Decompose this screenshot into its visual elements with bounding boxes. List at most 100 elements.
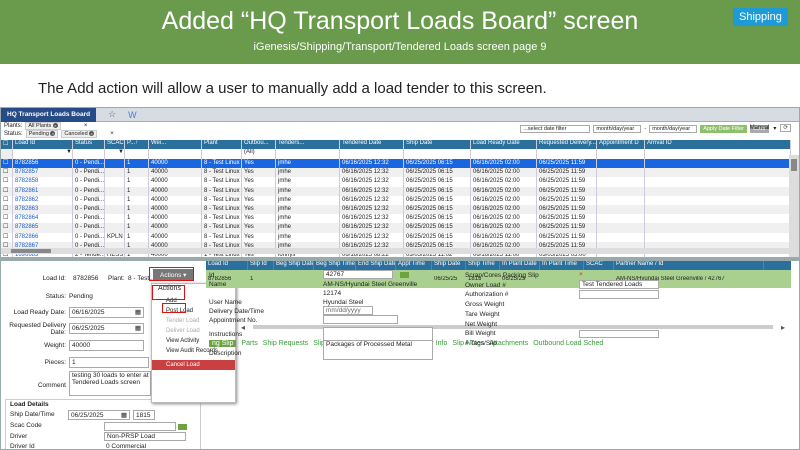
table-row[interactable]: ☐ 8782858 0 - Pendi... 1 40000 8 - Test Linux… xyxy=(1,177,799,187)
row-checkbox[interactable]: ☐ xyxy=(1,223,13,233)
column-header[interactable]: Partner Name / Id xyxy=(614,261,764,270)
column-header[interactable]: Status xyxy=(73,140,105,149)
column-header[interactable]: Ship Time xyxy=(466,261,500,270)
pieces-input[interactable]: 1 xyxy=(69,357,149,368)
load-id-link[interactable]: 8782866 xyxy=(13,232,73,242)
authorization-input[interactable] xyxy=(579,290,659,299)
weight-input[interactable]: 40000 xyxy=(69,340,144,351)
column-filter[interactable] xyxy=(404,149,471,159)
load-id-link[interactable]: 8782858 xyxy=(13,177,73,187)
column-header[interactable]: In Plant Time xyxy=(540,261,584,270)
row-checkbox[interactable]: ☐ xyxy=(1,195,13,205)
scroll-thumb[interactable] xyxy=(11,249,51,253)
column-header[interactable]: Beg Ship Date xyxy=(274,261,314,270)
select-all-checkbox[interactable]: ☐ xyxy=(1,140,13,149)
filter-icon[interactable]: ▼ xyxy=(118,149,124,155)
column-header[interactable]: Outbou... xyxy=(242,140,276,149)
column-header[interactable]: P...↑ xyxy=(125,140,149,149)
vertical-scrollbar[interactable] xyxy=(789,155,799,260)
load-id-link[interactable]: 8782861 xyxy=(13,186,73,196)
column-header[interactable]: Ship Date xyxy=(432,261,466,270)
scroll-right-icon[interactable]: ▸ xyxy=(781,323,785,332)
column-filter[interactable]: (All) xyxy=(242,149,276,159)
column-filter[interactable] xyxy=(125,149,149,159)
requested-delivery-input[interactable]: 06/25/2025 ▦ xyxy=(69,323,144,334)
scroll-thumb[interactable] xyxy=(791,159,797,171)
chevron-down-icon[interactable]: ▾ xyxy=(773,125,776,132)
column-header[interactable]: Plant xyxy=(202,140,242,149)
date-filter-select[interactable]: ...select date filter xyxy=(520,125,591,133)
column-header[interactable]: Wei... xyxy=(149,140,202,149)
date-to-input[interactable]: month/day/year xyxy=(649,125,698,133)
table-row[interactable]: ☐ 8782862 0 - Pendi... 1 40000 8 - Test Linux… xyxy=(1,195,799,205)
row-checkbox[interactable]: ☐ xyxy=(1,214,13,224)
tab-title[interactable]: HQ Transport Loads Board xyxy=(1,108,97,122)
owner-load-input[interactable]: Test Tendered Loads xyxy=(579,280,659,289)
table-row[interactable]: ☐ 8782856 0 - Pendi... 1 40000 8 - Test Linux… xyxy=(1,159,799,169)
star-icon[interactable]: ☆ xyxy=(108,109,116,120)
load-id-link[interactable]: 8782864 xyxy=(13,214,73,224)
filter-icon[interactable]: ▼ xyxy=(66,149,72,155)
table-row[interactable]: ☐ 8782857 0 - Pendi... 1 40000 8 - Test Linux… xyxy=(1,168,799,178)
w-icon[interactable]: W xyxy=(128,110,137,120)
table-row[interactable]: ☐ 8782861 0 - Pendi... 1 40000 8 - Test Linux… xyxy=(1,186,799,196)
status-chip-pending[interactable]: Pending × xyxy=(25,130,59,138)
column-header[interactable]: Beg Ship Time xyxy=(314,261,356,270)
column-header[interactable]: In Plant Date xyxy=(500,261,540,270)
column-header[interactable]: Ship Date xyxy=(404,140,471,149)
column-header[interactable]: SCAC xyxy=(584,261,614,270)
comment-textarea[interactable]: testing 30 loads to enter at Tendered Lo… xyxy=(69,371,151,396)
menu-item-cancel-load[interactable]: Cancel Load xyxy=(152,360,235,370)
ready-date-input[interactable]: 06/16/2025 ▦ xyxy=(69,307,144,318)
load-id-link[interactable]: 8782865 xyxy=(13,223,73,233)
ship-time-input[interactable]: 1815 xyxy=(133,410,155,420)
column-header[interactable]: Arrival ID xyxy=(645,140,791,149)
column-header[interactable]: Tendered Date xyxy=(340,140,404,149)
load-id-link[interactable]: 8782862 xyxy=(13,195,73,205)
table-row[interactable]: ☐ 8782863 0 - Pendi... 1 40000 8 - Test Linux… xyxy=(1,204,799,215)
refresh-icon[interactable]: ⟳ xyxy=(780,124,791,132)
tab-item[interactable]: Outbound Load Sched xyxy=(533,340,603,347)
date-from-input[interactable]: month/day/year xyxy=(593,125,642,133)
lookup-icon[interactable] xyxy=(400,272,409,278)
column-header[interactable]: Slip Id xyxy=(248,261,274,270)
bill-weight-input[interactable] xyxy=(579,330,659,338)
column-filter[interactable]: ▼ xyxy=(105,149,125,159)
column-header[interactable]: Appt Time xyxy=(396,261,432,270)
row-checkbox[interactable]: ☐ xyxy=(1,177,13,187)
column-header[interactable]: Tenders... xyxy=(276,140,340,149)
clear-plants-icon[interactable]: × xyxy=(84,123,88,129)
column-header[interactable]: End Ship Date xyxy=(356,261,396,270)
column-filter[interactable] xyxy=(340,149,404,159)
column-filter[interactable] xyxy=(645,149,791,159)
column-filter[interactable] xyxy=(276,149,340,159)
row-checkbox[interactable]: ☐ xyxy=(1,168,13,178)
column-header[interactable]: Load Id xyxy=(206,261,248,270)
column-filter[interactable] xyxy=(471,149,537,159)
status-chip-canceled[interactable]: Canceled × xyxy=(61,130,98,138)
table-row[interactable]: ☐ 8782866 0 - Pendi... KPLN 1 40000 8 - Test L… xyxy=(1,232,799,242)
ship-date-input[interactable]: 06/25/2025 ▦ xyxy=(68,410,130,420)
column-filter[interactable] xyxy=(73,149,105,159)
table-row[interactable]: ☐ 8782864 0 - Pendi... 1 40000 8 - Test Linux… xyxy=(1,214,799,224)
plants-chip[interactable]: All Plants × xyxy=(25,122,61,130)
column-filter[interactable] xyxy=(597,149,645,159)
lookup-icon[interactable] xyxy=(178,424,187,430)
clear-status-icon[interactable]: × xyxy=(110,131,114,137)
tab-item[interactable]: Parts xyxy=(241,340,257,347)
row-checkbox[interactable]: ☐ xyxy=(1,232,13,242)
column-filter[interactable] xyxy=(202,149,242,159)
column-header[interactable]: Load Id xyxy=(13,140,73,149)
column-header[interactable]: Partner Name / Id xyxy=(791,140,799,149)
load-id-link[interactable]: 8782856 xyxy=(13,159,73,169)
column-header[interactable]: Requested Delivery... xyxy=(537,140,597,149)
delivery-date-input[interactable]: mm/dd/yyyy xyxy=(323,306,373,315)
column-header[interactable]: Load Ready Date xyxy=(471,140,537,149)
appointment-input[interactable] xyxy=(323,315,398,324)
column-filter[interactable] xyxy=(149,149,202,159)
column-filter[interactable] xyxy=(537,149,597,159)
instructions-textarea[interactable] xyxy=(323,327,433,341)
load-id-link[interactable]: 8782857 xyxy=(13,168,73,178)
apply-date-filter-button[interactable]: Apply Date Filter xyxy=(700,125,747,133)
column-header[interactable]: Appointment D xyxy=(597,140,645,149)
